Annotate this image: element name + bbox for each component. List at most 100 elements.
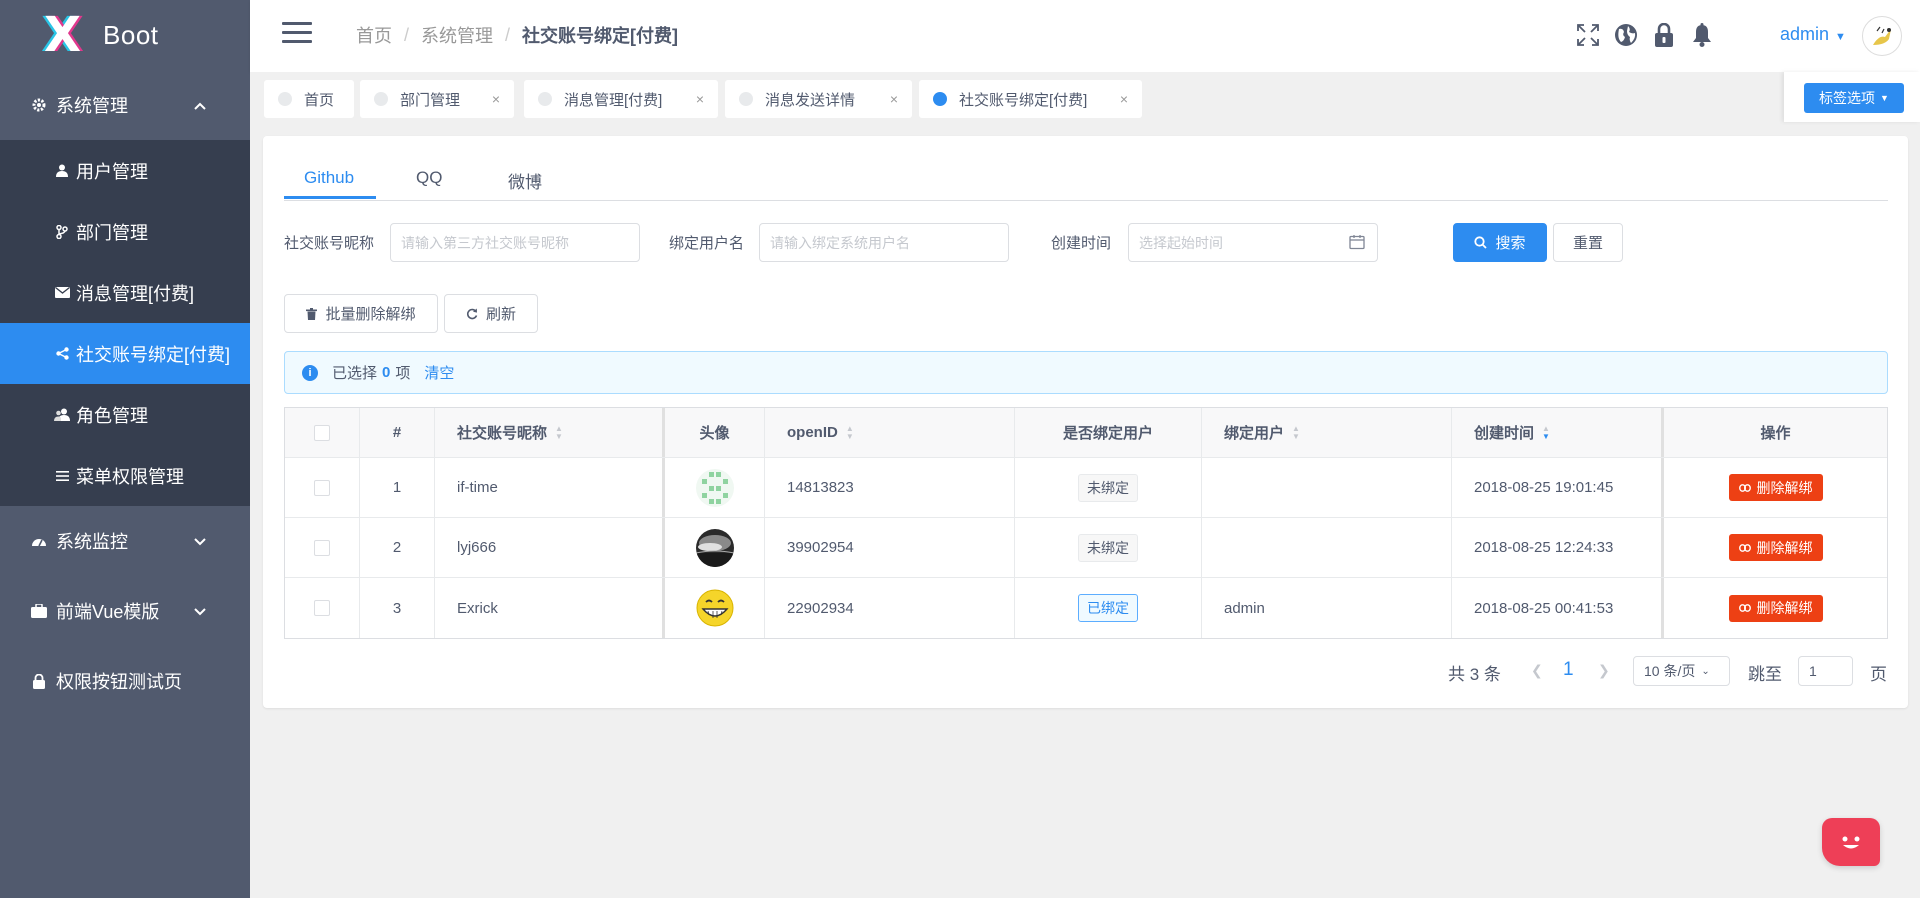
date-picker[interactable]: [1128, 223, 1378, 262]
page-number[interactable]: 1: [1563, 659, 1574, 681]
sidebar-group-system-monitor[interactable]: 系统监控: [0, 506, 250, 576]
fullscreen-icon[interactable]: [1575, 22, 1601, 48]
batch-delete-button[interactable]: 批量删除解绑: [284, 294, 438, 333]
cell-created: 2018-08-25 00:41:53: [1452, 578, 1664, 638]
nickname-input[interactable]: [390, 223, 640, 262]
tab-weibo[interactable]: 微博: [508, 168, 542, 193]
sidebar-group-permission-test[interactable]: 权限按钮测试页: [0, 646, 250, 716]
status-badge: 已绑定: [1078, 594, 1138, 622]
sidebar-group-label: 系统监控: [56, 532, 128, 552]
sidebar-item-menu-permissions[interactable]: 菜单权限管理: [0, 445, 250, 506]
refresh-label: 刷新: [485, 306, 516, 323]
caret-down-icon: ▼: [1880, 93, 1889, 103]
tag-options-label: 标签选项: [1819, 90, 1876, 106]
column-created-label: 创建时间: [1474, 425, 1535, 442]
jump-label: 跳至: [1748, 665, 1782, 684]
breadcrumb-separator: /: [404, 24, 410, 45]
sidebar-item-label: 用户管理: [76, 161, 148, 182]
lock-screen-icon[interactable]: [1651, 22, 1677, 48]
sort-icon[interactable]: ▲ ▼: [1292, 424, 1300, 441]
sidebar-group-vue-templates[interactable]: 前端Vue模版: [0, 576, 250, 646]
bell-icon[interactable]: [1689, 22, 1715, 48]
unbind-button[interactable]: 删除解绑: [1728, 534, 1823, 561]
tabs: Github QQ 微博: [284, 136, 1888, 201]
tag-home[interactable]: 首页: [264, 80, 354, 118]
column-bound-user[interactable]: 绑定用户 ▲ ▼: [1202, 408, 1452, 457]
cell-openid: 39902954: [765, 518, 1015, 577]
column-index: #: [360, 408, 435, 457]
cell-created: 2018-08-25 12:24:33: [1452, 518, 1664, 577]
select-all-checkbox[interactable]: [314, 424, 330, 441]
column-nickname[interactable]: 社交账号昵称 ▲ ▼: [435, 408, 665, 457]
unbind-button[interactable]: 删除解绑: [1728, 474, 1823, 501]
column-created[interactable]: 创建时间 ▲ ▼: [1452, 408, 1664, 457]
refresh-button[interactable]: 刷新: [444, 294, 538, 333]
user-dropdown[interactable]: admin ▼: [1780, 24, 1846, 45]
username-input[interactable]: [759, 223, 1009, 262]
row-checkbox[interactable]: [314, 539, 330, 556]
sidebar-item-messages[interactable]: 消息管理[付费]: [0, 262, 250, 323]
sidebar-item-label: 菜单权限管理: [76, 466, 184, 487]
batch-delete-label: 批量删除解绑: [325, 306, 416, 323]
page-size-select[interactable]: 10 条/页 ⌄: [1633, 656, 1730, 686]
close-icon[interactable]: ×: [1120, 91, 1128, 107]
search-button[interactable]: 搜索: [1453, 223, 1547, 262]
close-icon[interactable]: ×: [492, 91, 500, 107]
chevron-right-icon[interactable]: ❯: [1598, 662, 1610, 679]
sidebar-item-users[interactable]: 用户管理: [0, 140, 250, 201]
column-openid[interactable]: openID ▲ ▼: [765, 408, 1015, 457]
tab-github[interactable]: Github: [304, 168, 354, 188]
search-button-label: 搜索: [1495, 235, 1526, 252]
sort-icon[interactable]: ▲ ▼: [555, 424, 563, 441]
chevron-down-icon: [194, 533, 206, 549]
logo-text: Boot: [103, 19, 159, 50]
table-row: 2 lyj666 39902954 未绑定 2018-08-25 12:24:3…: [285, 518, 1887, 578]
tag-message-details[interactable]: 消息发送详情 ×: [725, 80, 912, 118]
close-icon[interactable]: ×: [890, 91, 898, 107]
tag-departments[interactable]: 部门管理 ×: [360, 80, 514, 118]
sidebar-item-label: 消息管理[付费]: [76, 283, 195, 304]
unbind-label: 删除解绑: [1756, 479, 1813, 496]
tag-messages[interactable]: 消息管理[付费] ×: [524, 80, 718, 118]
sidebar-item-label: 部门管理: [76, 222, 148, 243]
tag-dot: [538, 92, 552, 106]
column-openid-label: openID: [787, 424, 838, 441]
sidebar-item-social-binding[interactable]: 社交账号绑定[付费]: [0, 323, 250, 384]
chevron-down-icon: [194, 603, 206, 619]
tag-options-button[interactable]: 标签选项 ▼: [1804, 83, 1904, 113]
avatar[interactable]: [1862, 16, 1902, 56]
breadcrumb-home[interactable]: 首页: [356, 22, 392, 48]
breadcrumb-system[interactable]: 系统管理: [421, 22, 493, 48]
sort-icon[interactable]: ▲ ▼: [846, 424, 854, 441]
sidebar-item-departments[interactable]: 部门管理: [0, 201, 250, 262]
tab-qq[interactable]: QQ: [416, 168, 442, 188]
search-icon: [1474, 236, 1488, 249]
tag-dot-active: [933, 92, 947, 106]
clear-selection-link[interactable]: 清空: [424, 362, 454, 383]
sidebar-group-system-management[interactable]: 系统管理: [0, 70, 250, 140]
unbind-button[interactable]: 删除解绑: [1728, 594, 1823, 622]
row-checkbox[interactable]: [314, 479, 330, 496]
hamburger-menu-icon[interactable]: [282, 22, 312, 44]
sort-desc-icon[interactable]: ▲ ▼: [1542, 424, 1550, 441]
calendar-icon[interactable]: [1349, 234, 1365, 254]
chevron-left-icon[interactable]: ❮: [1531, 662, 1543, 679]
selection-alert: i 已选择 0 项 清空: [284, 351, 1888, 394]
jump-input[interactable]: 1: [1798, 656, 1853, 686]
link-icon: [1738, 604, 1751, 612]
sidebar-group-label: 权限按钮测试页: [56, 672, 182, 692]
tag-social-binding[interactable]: 社交账号绑定[付费] ×: [919, 80, 1142, 118]
tag-dot: [374, 92, 388, 106]
chat-widget-button[interactable]: [1822, 818, 1880, 866]
sidebar-item-label: 角色管理: [76, 405, 148, 426]
globe-icon[interactable]: [1613, 22, 1639, 48]
cell-bound-user: admin: [1202, 578, 1452, 638]
header: 首页 / 系统管理 / 社交账号绑定[付费] admin ▼: [250, 0, 1920, 72]
sidebar-group-label: 前端Vue模版: [56, 602, 160, 622]
reset-button[interactable]: 重置: [1553, 223, 1623, 262]
close-icon[interactable]: ×: [696, 91, 704, 107]
column-avatar: 头像: [665, 408, 765, 457]
avatar: [696, 589, 734, 627]
sidebar-item-roles[interactable]: 角色管理: [0, 384, 250, 445]
row-checkbox[interactable]: [314, 600, 330, 616]
